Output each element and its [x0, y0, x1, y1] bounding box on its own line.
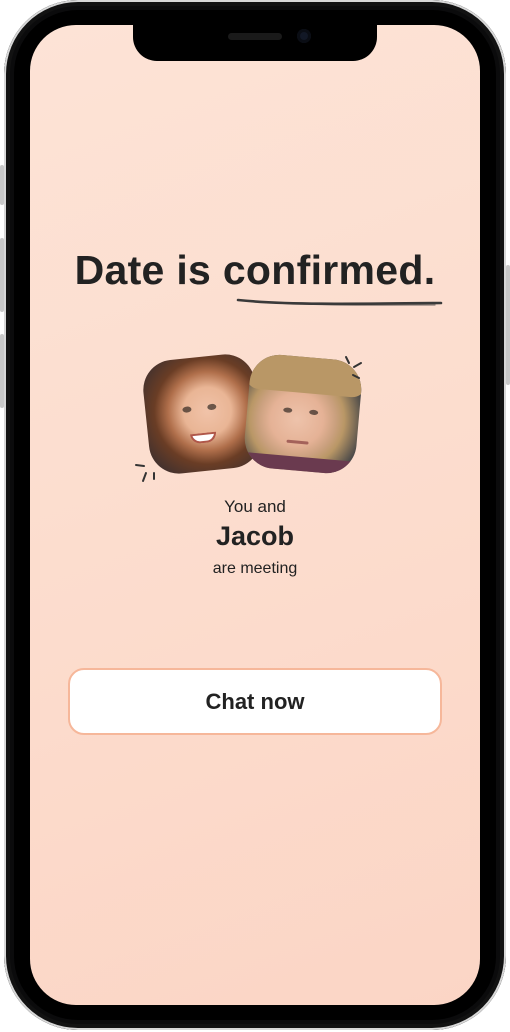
camera-notch: [133, 25, 377, 61]
volume-up-button: [0, 238, 4, 312]
match-name: Jacob: [215, 521, 295, 551]
sparkle-icon: [345, 356, 362, 379]
match-intro-text: You and: [224, 497, 286, 516]
chat-now-button[interactable]: Chat now: [68, 668, 442, 735]
eye: [207, 403, 217, 411]
page-title: Date is confirmed.: [30, 247, 480, 294]
eye: [182, 406, 192, 414]
smile: [190, 431, 217, 445]
scribble-underline-icon: [236, 298, 443, 306]
title-emphasis: confirmed.: [222, 247, 436, 293]
match-outro-text: are meeting: [212, 560, 298, 577]
match-photos: [135, 351, 372, 487]
shirt: [242, 451, 356, 476]
mouth: [286, 439, 309, 445]
sparkle-icon: [135, 464, 155, 482]
front-camera: [297, 29, 311, 43]
app-screen: Date is confirmed. You and Jacob are mee…: [30, 25, 480, 1005]
title-prefix: Date is: [74, 247, 223, 293]
power-button: [506, 265, 510, 385]
volume-down-button: [0, 334, 4, 408]
earpiece-speaker: [228, 33, 282, 40]
eye: [283, 407, 293, 414]
eye: [308, 409, 319, 416]
silent-switch: [0, 165, 4, 205]
